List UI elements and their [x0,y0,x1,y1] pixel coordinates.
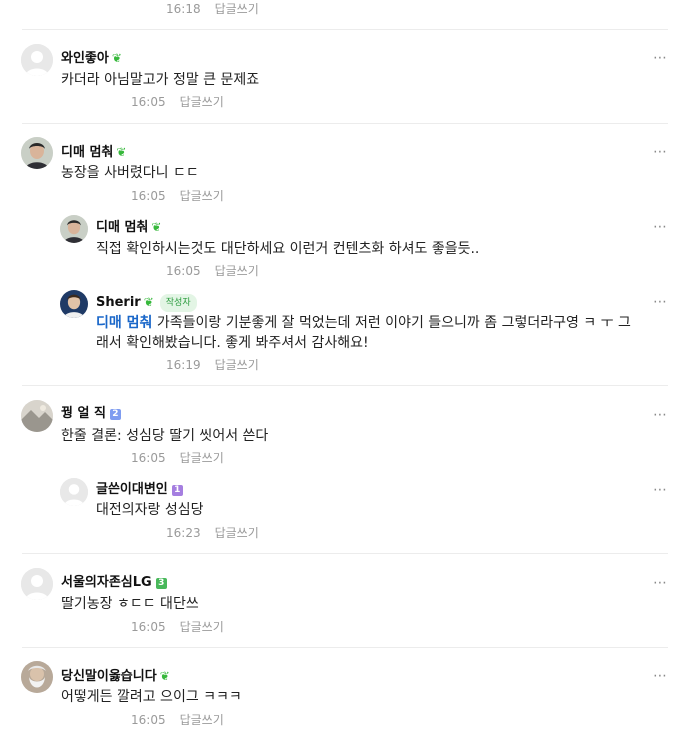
more-options-icon[interactable]: ⋯ [653,483,668,497]
profile-photo-icon [21,400,53,432]
avatar[interactable] [21,661,53,693]
comment-meta: 16:05 답글쓰기 [131,620,224,634]
divider [22,385,668,386]
sprout-icon: ❦ [151,220,162,234]
reply-button[interactable]: 답글쓰기 [215,358,259,372]
comment-time: 16:18 [166,2,201,16]
divider [22,123,668,124]
reply-button[interactable]: 답글쓰기 [215,526,259,540]
comment-author[interactable]: 디매 멈춰 ❦ [61,144,126,161]
comment-meta: 16:18 답글쓰기 [166,2,259,16]
comment-time: 16:05 [131,95,166,109]
reply-text: 디매 멈춰 가족들이랑 기분좋게 잘 먹었는데 저런 이야기 들으니까 좀 그렇… [96,313,631,334]
default-avatar-icon [60,478,88,506]
author-name: 글쓴이대변인 [96,482,168,497]
reply-button[interactable]: 답글쓰기 [180,713,224,727]
comment-time: 16:05 [131,713,166,727]
reply-button[interactable]: 답글쓰기 [215,2,259,16]
reply-text-line2: 래서 확인해봤습니다. 좋게 봐주셔서 감사해요! [96,335,369,351]
more-options-icon[interactable]: ⋯ [653,145,668,159]
reply-author[interactable]: 디매 멈춰 ❦ [96,219,161,236]
avatar[interactable] [60,290,88,318]
comment-time: 16:23 [166,526,201,540]
comment-time: 16:19 [166,358,201,372]
reply-author[interactable]: Sherir ❦ 작성자 [96,294,197,312]
default-avatar-icon [21,44,53,76]
reply-button[interactable]: 답글쓰기 [180,620,224,634]
profile-photo-icon [21,661,53,693]
reply-text: 직접 확인하시는것도 대단하세요 이런거 컨텐츠화 하셔도 좋을듯.. [96,241,480,257]
reply-author[interactable]: 글쓴이대변인 1 [96,482,183,498]
comment-time: 16:05 [131,451,166,465]
sprout-icon: ❦ [159,669,170,683]
comment-author[interactable]: 와인좋아 ❦ [61,50,122,67]
comment-meta: 16:05 답글쓰기 [131,713,224,727]
author-name: 꿩 얼 직 [61,406,106,421]
comment-text: 한줄 결론: 성심당 딸기 씻어서 쓴다 [61,428,269,444]
more-options-icon[interactable]: ⋯ [653,408,668,422]
divider [22,647,668,648]
more-options-icon[interactable]: ⋯ [653,51,668,65]
profile-photo-icon [60,290,88,318]
reply-button[interactable]: 답글쓰기 [180,451,224,465]
divider [22,29,668,30]
more-options-icon[interactable]: ⋯ [653,295,668,309]
more-options-icon[interactable]: ⋯ [653,220,668,234]
level-badge: 2 [109,409,121,420]
author-name: 디매 멈춰 [61,145,114,160]
level-badge: 1 [171,485,183,496]
reply-button[interactable]: 답글쓰기 [180,95,224,109]
avatar[interactable] [21,44,53,76]
avatar[interactable] [21,568,53,600]
default-avatar-icon [21,568,53,600]
comment-meta: 16:23 답글쓰기 [166,526,259,540]
avatar[interactable] [21,400,53,432]
profile-photo-icon [60,215,88,243]
avatar[interactable] [60,215,88,243]
profile-photo-icon [21,137,53,169]
comment-author[interactable]: 당신말이옳습니다 ❦ [61,668,170,685]
mention-link[interactable]: 디매 멈춰 [96,315,152,331]
author-badge: 작성자 [159,294,197,312]
more-options-icon[interactable]: ⋯ [653,576,668,590]
comment-meta: 16:05 답글쓰기 [131,451,224,465]
avatar[interactable] [21,137,53,169]
author-name: Sherir [96,295,141,310]
level-badge: 3 [155,578,167,589]
comment-meta: 16:19 답글쓰기 [166,358,259,372]
more-options-icon[interactable]: ⋯ [653,669,668,683]
comment-text: 농장을 사버렸다니 ㄷㄷ [61,165,199,181]
comment-text: 딸기농장 ㅎㄷㄷ 대단쓰 [61,596,199,612]
comment-time: 16:05 [131,189,166,203]
comment-author[interactable]: 꿩 얼 직2 [61,406,121,422]
sprout-icon: ❦ [116,145,127,159]
comment-text: 카더라 아님말고가 정말 큰 문제죠 [61,72,260,88]
sprout-icon: ❦ [143,295,154,309]
reply-button[interactable]: 답글쓰기 [215,264,259,278]
comment-text: 어떻게든 깔려고 으이그 ㅋㅋㅋ [61,689,242,705]
comment-meta: 16:05 답글쓰기 [131,95,224,109]
comment-time: 16:05 [131,620,166,634]
author-name: 와인좋아 [61,51,109,66]
author-name: 서울의자존심LG [61,575,152,590]
comment-meta: 16:05 답글쓰기 [166,264,259,278]
reply-button[interactable]: 답글쓰기 [180,189,224,203]
author-name: 당신말이옳습니다 [61,669,157,684]
avatar[interactable] [60,478,88,506]
author-name: 디매 멈춰 [96,220,149,235]
sprout-icon: ❦ [111,51,122,65]
comment-meta: 16:05 답글쓰기 [131,189,224,203]
reply-text-line1: 가족들이랑 기분좋게 잘 먹었는데 저런 이야기 들으니까 좀 그렇더라구영 ㅋ… [152,315,631,331]
comment-time: 16:05 [166,264,201,278]
comment-author[interactable]: 서울의자존심LG 3 [61,575,167,591]
reply-text: 대전의자랑 성심당 [96,502,204,518]
divider [22,553,668,554]
